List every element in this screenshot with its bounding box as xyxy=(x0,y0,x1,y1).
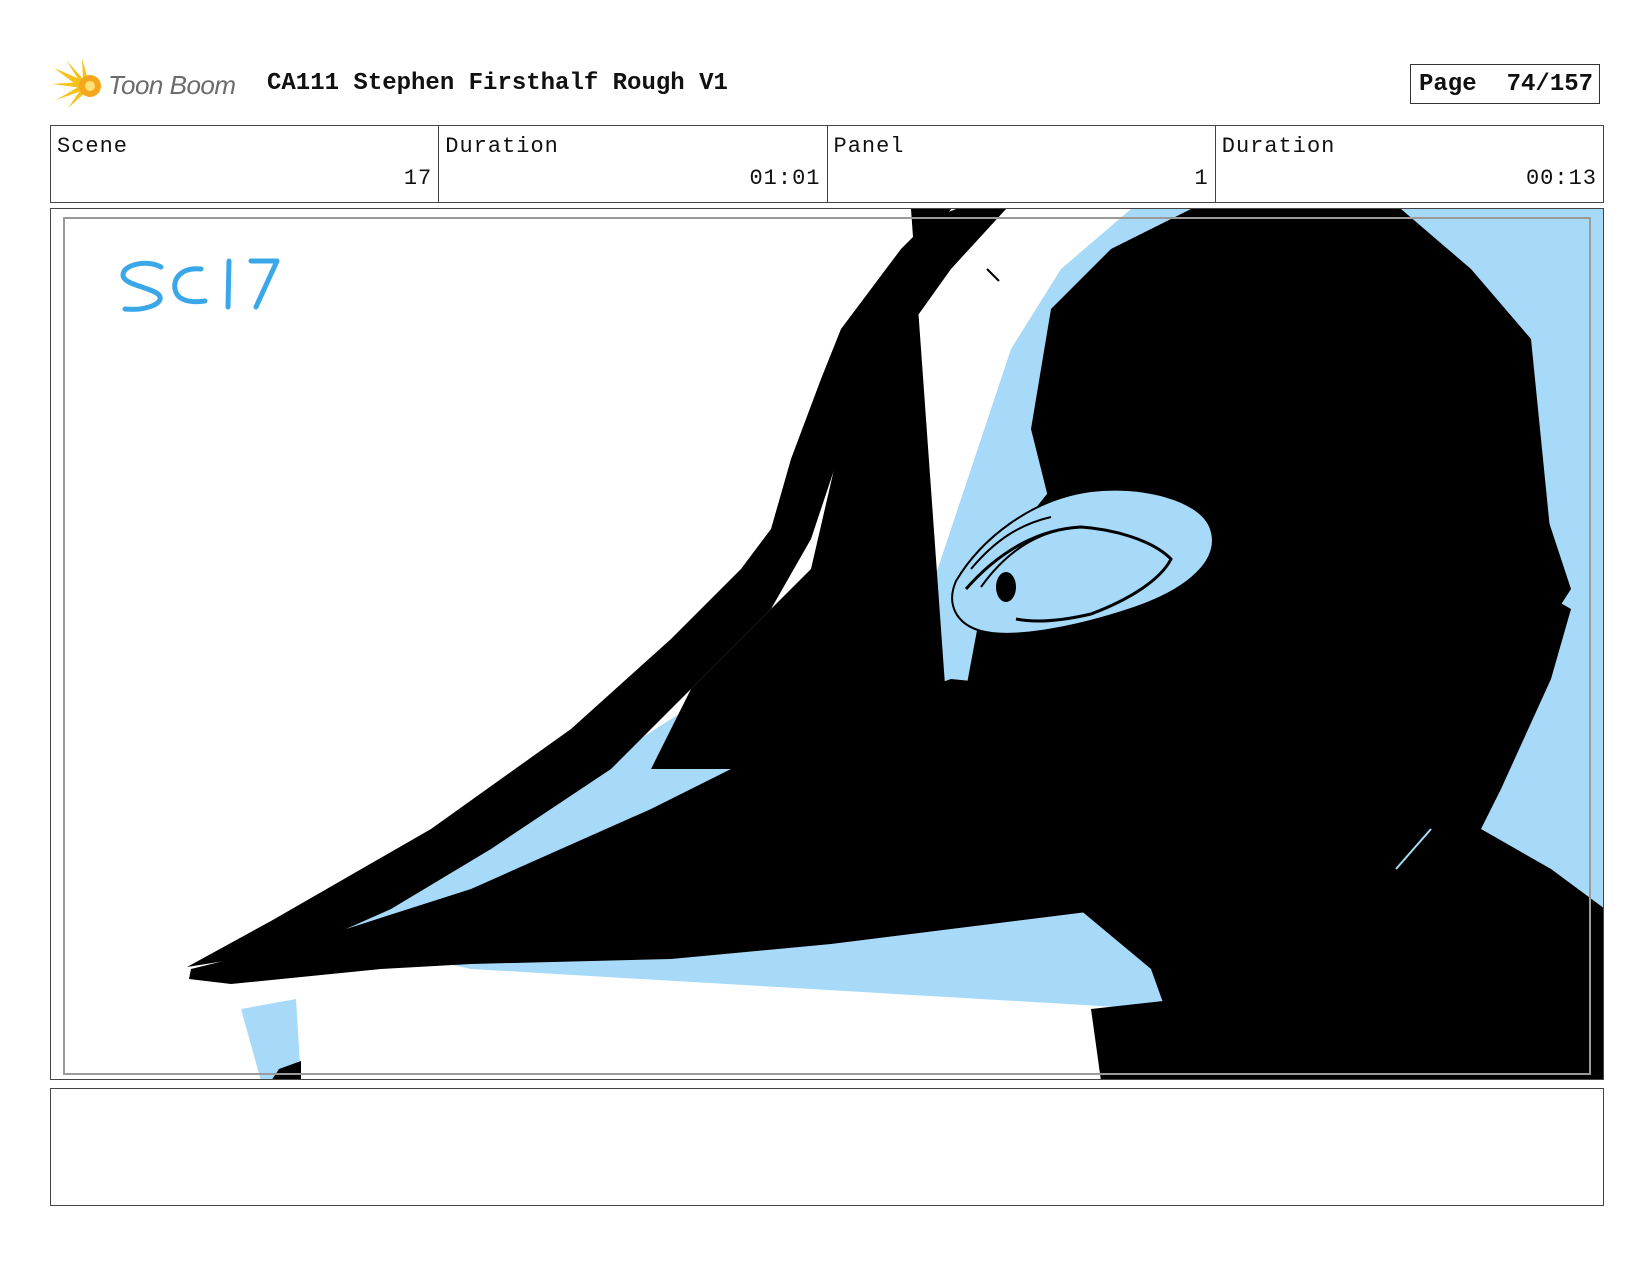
logo-text: Toon Boom xyxy=(108,70,236,100)
toon-boom-logo: Toon Boom xyxy=(52,58,252,110)
page-indicator: Page 74/157 xyxy=(1410,64,1600,104)
panel-label: Panel xyxy=(833,134,905,159)
page-number: 74/157 xyxy=(1506,70,1594,98)
page-label: Page xyxy=(1419,70,1477,98)
scene-duration-value: 01:01 xyxy=(749,166,821,191)
panel-safe-frame xyxy=(63,217,1591,1075)
panel-duration-value: 00:13 xyxy=(1525,166,1597,191)
page-header: Toon Boom CA111 Stephen Firsthalf Rough … xyxy=(52,58,1604,110)
scene-duration-label: Duration xyxy=(445,134,559,159)
storyboard-panel xyxy=(50,208,1604,1080)
document-title: CA111 Stephen Firsthalf Rough V1 xyxy=(267,70,728,97)
panel-duration-label: Duration xyxy=(1221,134,1336,159)
panel-duration-cell: Duration 00:13 xyxy=(1216,126,1603,202)
scene-cell: Scene 17 xyxy=(51,126,440,202)
scene-label: Scene xyxy=(57,134,129,159)
scene-duration-cell: Duration 01:01 xyxy=(439,126,828,202)
scene-info-row: Scene 17 Duration 01:01 Panel 1 Duration… xyxy=(50,125,1604,203)
panel-cell: Panel 1 xyxy=(828,126,1216,202)
scene-value: 17 xyxy=(403,166,433,191)
logo-burst-icon xyxy=(52,58,101,108)
panel-value: 1 xyxy=(1194,166,1209,191)
panel-notes-box xyxy=(50,1088,1604,1206)
